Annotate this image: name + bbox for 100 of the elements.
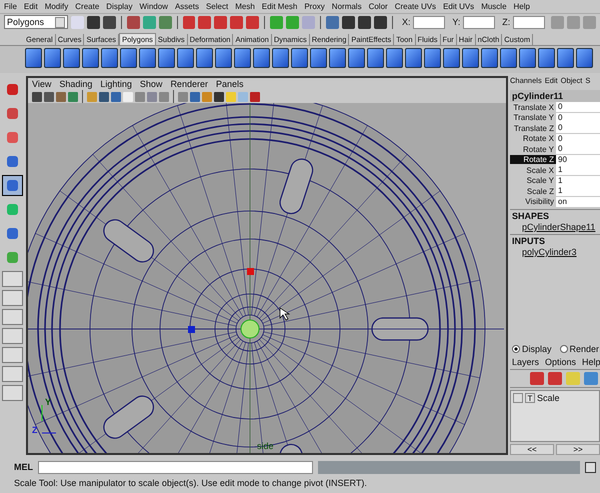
toolbar-icon[interactable] [374,16,387,28]
menu-item[interactable]: View [32,79,52,89]
coordinate-field[interactable] [413,16,446,28]
menu-item[interactable]: Edit Mesh [262,2,298,11]
attribute-name[interactable]: Rotate Y [510,144,556,154]
radio-option[interactable]: Display [512,344,552,354]
menu-item[interactable]: Lighting [100,79,132,89]
menu-item[interactable]: Options [545,357,576,367]
menu-item[interactable]: Proxy [304,2,325,11]
shelf-icon[interactable] [234,48,251,68]
scale-handle[interactable] [188,326,195,333]
menu-item[interactable]: Renderer [170,79,208,89]
layout-icon[interactable] [2,271,23,287]
coordinate-field[interactable] [463,16,496,28]
script-editor-icon[interactable] [585,462,596,472]
shelf-icon[interactable] [329,48,346,68]
shelf-icon[interactable] [386,48,403,68]
menu-item[interactable]: Select [206,2,228,11]
menu-item[interactable]: Help [514,2,530,11]
menu-item[interactable]: Mesh [235,2,255,11]
layout-icon[interactable] [2,309,23,325]
menu-item[interactable]: Edit UVs [443,2,474,11]
shelf-icon[interactable] [519,48,536,68]
attribute-name[interactable]: Scale X [510,166,556,175]
shelf-icon[interactable] [158,48,175,68]
mode-dropdown[interactable]: Polygons [4,15,68,29]
shelf-icon[interactable] [25,48,42,68]
menu-item[interactable]: Create [75,2,100,11]
shelf-icon[interactable] [291,48,308,68]
shelf-icon[interactable] [367,48,384,68]
toolbar-icon[interactable] [342,16,356,28]
pivot-handle[interactable] [240,320,260,338]
attribute-name[interactable]: Translate Y [510,113,556,122]
attribute-name[interactable]: Rotate X [510,134,556,144]
shelf-icon[interactable] [82,48,99,68]
menu-item[interactable]: File [4,2,17,11]
attribute-name[interactable]: Translate X [510,102,556,112]
nav-button[interactable]: << [510,444,554,455]
menu-item[interactable]: Assets [174,2,199,11]
shelf-icon[interactable] [177,48,194,68]
menu-item[interactable]: Create UVs [394,2,436,11]
shelf-icon[interactable] [196,48,213,68]
node-link[interactable]: pCylinderShape11 [510,222,600,232]
object-name[interactable]: pCylinder11 [510,90,600,102]
attribute-field[interactable]: 0 [556,123,600,134]
shelf-icon[interactable] [215,48,232,68]
attribute-name[interactable]: Visibility [510,197,556,206]
menu-item[interactable]: Edit [24,2,38,11]
shelf-icon[interactable] [120,48,137,68]
shelf-icon[interactable] [101,48,118,68]
shelf-icon[interactable] [557,48,574,68]
shelf-icon[interactable] [443,48,460,68]
attribute-field[interactable]: 0 [556,134,600,144]
shelf-icon[interactable] [424,48,441,68]
attribute-field[interactable]: 90 [556,154,600,165]
shelf-icon[interactable] [462,48,479,68]
shelf-icon[interactable] [272,48,289,68]
shelf-icon[interactable] [481,48,498,68]
command-field[interactable] [38,460,313,474]
attribute-name[interactable]: Rotate Z [510,155,556,164]
menu-item[interactable]: Window [140,2,168,11]
shelf-icon[interactable] [405,48,422,68]
radio-option[interactable]: Render [560,344,600,354]
menu-item[interactable]: Show [140,79,162,89]
toolbar-icon[interactable] [126,16,140,28]
nav-button[interactable]: >> [556,444,600,455]
menu-item[interactable]: Muscle [481,2,507,11]
attribute-field[interactable]: 1 [556,165,600,176]
layer-name[interactable]: Scale [537,393,560,403]
shelf-icon[interactable] [500,48,517,68]
menu-item[interactable]: Panels [216,79,244,89]
attribute-field[interactable]: 0 [556,102,600,112]
menu-item[interactable]: Normals [332,2,362,11]
coordinate-field[interactable] [513,16,546,28]
menu-item[interactable]: Modify [44,2,68,11]
shelf-icon[interactable] [310,48,327,68]
layout-icon[interactable] [2,366,23,382]
layout-icon[interactable] [2,328,23,344]
shelf-icon[interactable] [139,48,156,68]
menu-item[interactable]: Layers [512,357,540,367]
layout-icon[interactable] [2,385,23,401]
shelf-icon[interactable] [576,48,593,68]
shelf-icon[interactable] [348,48,365,68]
type-toggle[interactable]: T [525,393,535,403]
shelf-icon[interactable] [538,48,555,68]
shelf-icon[interactable] [44,48,61,68]
shelf-icon[interactable] [63,48,80,68]
attribute-name[interactable]: Scale Y [510,176,556,186]
layout-icon[interactable] [2,347,23,363]
attribute-field[interactable]: 1 [556,176,600,186]
toolbar-icon[interactable] [102,16,116,28]
menu-item[interactable]: Shading [59,79,92,89]
attribute-field[interactable]: on [556,196,600,207]
attribute-name[interactable]: Translate Z [510,124,556,133]
attribute-name[interactable]: Scale Z [510,186,556,196]
visibility-toggle[interactable] [513,393,523,403]
node-link[interactable]: polyCylinder3 [510,247,600,257]
menu-item[interactable]: Help [582,357,600,367]
attribute-field[interactable]: 0 [556,112,600,123]
scale-handle[interactable] [247,268,254,275]
